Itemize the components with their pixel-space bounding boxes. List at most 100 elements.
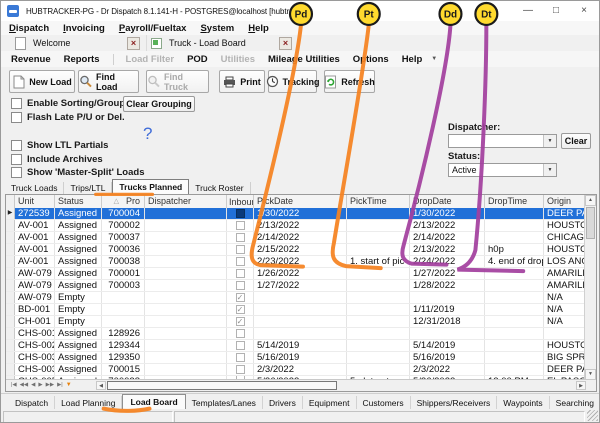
horizontal-scrollbar-thumb[interactable]	[107, 381, 337, 390]
module-tab[interactable]: Waypoints	[497, 396, 549, 410]
vertical-scrollbar[interactable]: ▲ ▼	[584, 195, 596, 380]
menu-item[interactable]: Load Filter	[113, 54, 175, 65]
tracking-button[interactable]: Tracking	[268, 70, 317, 93]
inbound-checkbox[interactable]	[236, 281, 245, 290]
module-tab[interactable]: Dispatch	[9, 396, 55, 410]
navigator-button[interactable]: ▶	[38, 381, 42, 390]
module-tab[interactable]: Load Board	[122, 394, 185, 410]
menu-item[interactable]: System	[200, 23, 242, 34]
checkbox-box[interactable]	[11, 140, 22, 151]
table-row[interactable]: CHS-002 Assigned 129344 5/14/2019 5/14/2…	[6, 340, 585, 352]
table-row[interactable]: AW-079 Assigned 700001 1/26/2022 1/27/20…	[6, 268, 585, 280]
inbound-checkbox[interactable]	[236, 269, 245, 278]
table-row[interactable]: AW-079 Assigned 700003 1/27/2022 1/28/20…	[6, 280, 585, 292]
column-header-pro[interactable]: Pro△	[102, 195, 145, 208]
menu-item[interactable]: Revenue	[11, 54, 51, 65]
menu-item[interactable]: Dispatch	[9, 23, 57, 34]
inbound-checkbox[interactable]	[236, 245, 245, 254]
grid-tab[interactable]: Trucks Planned	[112, 179, 189, 195]
print-button[interactable]: Print	[219, 70, 265, 93]
table-row[interactable]: CHS-001 Assigned 128926	[6, 328, 585, 340]
navigator-button[interactable]: ◀	[31, 381, 35, 390]
inbound-checkbox[interactable]	[236, 365, 245, 374]
column-header-unit[interactable]: Unit	[15, 195, 55, 208]
navigator-button[interactable]: ▼	[66, 381, 72, 390]
tab-welcome[interactable]: Welcome ×	[1, 35, 146, 51]
chevron-down-icon[interactable]: ▼	[543, 164, 556, 176]
scroll-left-icon[interactable]: ◀	[96, 381, 106, 390]
tab-truck-load-board[interactable]: Truck - Load Board ×	[146, 35, 298, 51]
checkbox-box[interactable]	[11, 154, 22, 165]
inbound-checkbox[interactable]	[236, 329, 245, 338]
inbound-checkbox[interactable]	[236, 341, 245, 350]
navigator-button[interactable]: ▶|	[57, 381, 63, 390]
module-tab[interactable]: Customers	[357, 396, 411, 410]
column-header-dispatcher[interactable]: Dispatcher	[145, 195, 227, 208]
minimize-button[interactable]: —	[517, 3, 539, 18]
table-row[interactable]: CHS-003 Assigned 700015 2/3/2022 2/3/202…	[6, 364, 585, 376]
menu-item[interactable]: Mileage Utilities	[268, 54, 340, 65]
menu-item[interactable]: POD	[187, 54, 208, 65]
menu-overflow-icon[interactable]: ▼	[431, 56, 437, 62]
checkbox-box[interactable]	[11, 98, 22, 109]
find-load-button[interactable]: Find Load	[78, 70, 139, 93]
inbound-checkbox[interactable]	[236, 257, 245, 266]
column-header-inbound[interactable]: Inbound	[227, 195, 254, 208]
horizontal-scrollbar[interactable]: ◀ ▶	[96, 381, 586, 390]
close-button[interactable]: ×	[573, 3, 595, 18]
inbound-checkbox[interactable]	[236, 233, 245, 242]
clear-grouping-button[interactable]: Clear Grouping	[123, 96, 195, 112]
table-row[interactable]: AW-079 Empty N/A	[6, 292, 585, 304]
navigator-button[interactable]: ◀◀	[20, 381, 28, 390]
module-tab[interactable]: Templates/Lanes	[186, 396, 263, 410]
table-row[interactable]: AV-001 Assigned 700036 2/15/2022 2/13/20…	[6, 244, 585, 256]
module-tab[interactable]: Searching	[550, 396, 600, 410]
maximize-button[interactable]: □	[545, 3, 567, 18]
status-select[interactable]: Active ▼	[448, 163, 557, 177]
menu-item[interactable]: Payroll/Fueltax	[119, 23, 195, 34]
module-tab[interactable]: Load Planning	[55, 396, 122, 410]
checkbox-enable-sorting[interactable]: Enable Sorting/Grouping	[11, 98, 139, 109]
inbound-checkbox[interactable]	[236, 209, 245, 218]
module-tab[interactable]: Shippers/Receivers	[411, 396, 498, 410]
inbound-checkbox[interactable]	[236, 305, 245, 314]
menu-item[interactable]: Options	[353, 54, 389, 65]
checkbox-box[interactable]	[11, 167, 22, 178]
column-header-droptime[interactable]: DropTime	[485, 195, 544, 208]
column-header-origin[interactable]: Origin	[544, 195, 585, 208]
checkbox-box[interactable]	[11, 112, 22, 123]
inbound-checkbox[interactable]	[236, 353, 245, 362]
inbound-checkbox[interactable]	[236, 221, 245, 230]
column-header-pickdate[interactable]: PickDate	[254, 195, 347, 208]
new-load-button[interactable]: New Load	[9, 70, 75, 93]
column-header-picktime[interactable]: PickTime	[347, 195, 410, 208]
close-tab-icon[interactable]: ×	[127, 37, 140, 50]
column-header-dropdate[interactable]: DropDate	[410, 195, 485, 208]
checkbox-master-split[interactable]: Show 'Master-Split' Loads	[11, 167, 144, 178]
checkbox-show-ltl[interactable]: Show LTL Partials	[11, 140, 108, 151]
module-tab[interactable]: Equipment	[303, 396, 357, 410]
checkbox-flash-late[interactable]: Flash Late P/U or Del.	[11, 112, 125, 123]
table-row[interactable]: CHS-003 Assigned 129350 5/16/2019 5/16/2…	[6, 352, 585, 364]
table-row[interactable]: 272539 Assigned 700004 1/30/2022 1/30/20…	[6, 208, 585, 220]
module-tab[interactable]: Drivers	[263, 396, 303, 410]
close-tab-icon[interactable]: ×	[279, 37, 292, 50]
scroll-up-icon[interactable]: ▲	[585, 195, 596, 206]
resize-grip[interactable]	[587, 410, 598, 421]
table-row[interactable]: BD-001 Empty 1/11/2019 N/A	[6, 304, 585, 316]
menu-item[interactable]: Help	[402, 54, 423, 65]
checkbox-include-archives[interactable]: Include Archives	[11, 154, 103, 165]
scroll-right-icon[interactable]: ▶	[576, 381, 586, 390]
dispatcher-select[interactable]: ▼	[448, 134, 557, 148]
table-row[interactable]: CH-001 Empty 12/31/2018 N/A	[6, 316, 585, 328]
menu-item[interactable]: Reports	[64, 54, 100, 65]
inbound-checkbox[interactable]	[236, 293, 245, 302]
table-row[interactable]: AV-001 Assigned 700002 2/13/2022 2/13/20…	[6, 220, 585, 232]
navigator-button[interactable]: ▶▶	[46, 381, 54, 390]
clear-dispatcher-button[interactable]: Clear	[561, 133, 591, 149]
navigator-button[interactable]: |◀	[11, 381, 17, 390]
chevron-down-icon[interactable]: ▼	[543, 135, 556, 147]
table-row[interactable]: AV-001 Assigned 700037 2/14/2022 2/14/20…	[6, 232, 585, 244]
refresh-button[interactable]: Refresh	[324, 70, 375, 93]
column-header-status[interactable]: Status	[55, 195, 102, 208]
